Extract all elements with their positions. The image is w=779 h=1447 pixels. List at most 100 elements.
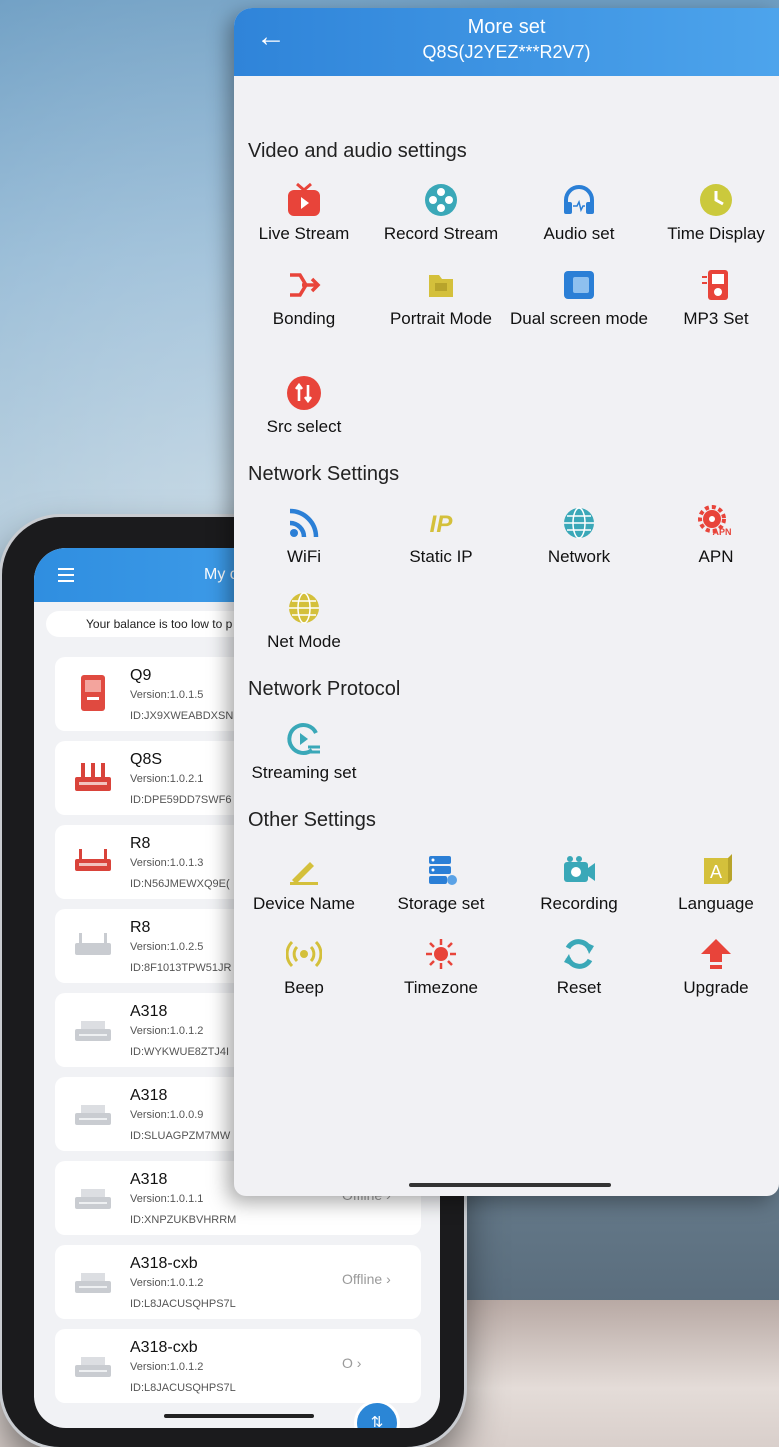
dual-screen-mode-button[interactable]: Dual screen mode bbox=[510, 267, 648, 330]
device-row[interactable]: A318-cxb Version:1.0.1.2 ID:L8JACUSQHPS7… bbox=[55, 1245, 421, 1319]
item-label: WiFi bbox=[287, 547, 321, 566]
language-button[interactable]: A Language bbox=[647, 852, 779, 915]
home-indicator bbox=[164, 1414, 314, 1418]
merge-arrows-icon bbox=[290, 273, 321, 297]
device-name: A318 bbox=[130, 1171, 168, 1188]
item-label: Time Display bbox=[667, 224, 765, 243]
device-name-button[interactable]: Device Name bbox=[235, 852, 373, 915]
section-title: Network Settings bbox=[248, 463, 400, 485]
reset-button[interactable]: Reset bbox=[510, 936, 648, 999]
portrait-mode-button[interactable]: Portrait Mode bbox=[372, 267, 510, 330]
ip-icon: IP bbox=[430, 511, 454, 538]
item-label: Streaming set bbox=[251, 763, 357, 782]
storage-set-button[interactable]: Storage set bbox=[372, 852, 510, 915]
device-id: ID:SLUAGPZM7MW bbox=[130, 1130, 231, 1142]
item-label: APN bbox=[698, 547, 734, 566]
device-id: ID:8F1013TPW51JR bbox=[130, 962, 232, 974]
network-button[interactable]: Network bbox=[510, 505, 648, 568]
item-label: Record Stream bbox=[383, 224, 499, 243]
src-select-button[interactable]: Src select bbox=[235, 375, 373, 438]
wifi-icon bbox=[289, 508, 319, 538]
device-version: Version:1.0.2.1 bbox=[130, 773, 204, 785]
device-name: Q8S bbox=[130, 751, 163, 768]
item-label: Timezone bbox=[403, 978, 478, 997]
timezone-button[interactable]: Timezone bbox=[372, 936, 510, 999]
beep-icon bbox=[286, 940, 322, 968]
grey-encoder-icon bbox=[75, 1021, 111, 1041]
apn-button[interactable]: APN APN bbox=[647, 505, 779, 568]
film-reel-icon bbox=[425, 184, 457, 216]
grey-encoder-icon bbox=[75, 1357, 111, 1377]
beep-button[interactable]: Beep bbox=[235, 936, 373, 999]
device-name: A318-cxb bbox=[130, 1255, 198, 1272]
device-version: Version:1.0.1.5 bbox=[130, 689, 204, 701]
clock-icon bbox=[700, 184, 732, 216]
item-label: Language bbox=[678, 894, 754, 913]
streaming-set-button[interactable]: Streaming set bbox=[235, 721, 373, 784]
gear-apn-icon: APN bbox=[698, 505, 732, 537]
grey-encoder-icon bbox=[75, 1273, 111, 1293]
item-label: Net Mode bbox=[267, 632, 341, 651]
svg-text:A: A bbox=[710, 862, 722, 882]
mp3-set-button[interactable]: MP3 Set bbox=[647, 267, 779, 330]
language-icon: A bbox=[704, 854, 732, 884]
device-version: Version:1.0.1.1 bbox=[130, 1193, 204, 1205]
item-label: Storage set bbox=[397, 894, 485, 913]
refresh-icon bbox=[564, 939, 594, 969]
item-label: Beep bbox=[284, 978, 324, 997]
bonding-button[interactable]: Bonding bbox=[235, 267, 373, 330]
item-label: Network bbox=[547, 547, 611, 566]
item-label: Reset bbox=[556, 978, 602, 997]
red-encoder-icon bbox=[75, 763, 111, 791]
dual-screen-icon bbox=[564, 271, 594, 299]
device-status: O › bbox=[342, 1355, 362, 1371]
device-subtitle: Q8S(J2YEZ***R2V7) bbox=[422, 42, 591, 62]
top-bar: ← More set Q8S(J2YEZ***R2V7) bbox=[234, 8, 779, 76]
item-label: Device Name bbox=[252, 894, 356, 913]
recording-button[interactable]: Recording bbox=[510, 852, 648, 915]
device-name: R8 bbox=[130, 919, 151, 936]
hamburger-menu-icon[interactable] bbox=[58, 568, 74, 586]
swap-icon: ⇅ bbox=[370, 1414, 384, 1428]
swap-fab-button[interactable]: ⇅ bbox=[354, 1400, 400, 1428]
item-label: Portrait Mode bbox=[389, 309, 493, 328]
globe-icon bbox=[289, 592, 319, 624]
audio-set-button[interactable]: Audio set bbox=[510, 182, 648, 245]
device-version: Version:1.0.1.2 bbox=[130, 1025, 204, 1037]
time-display-button[interactable]: Time Display bbox=[647, 182, 779, 245]
svg-text:APN: APN bbox=[712, 527, 731, 537]
item-label: MP3 Set bbox=[683, 309, 749, 328]
device-id: ID:WYKWUE8ZTJ4I bbox=[130, 1046, 230, 1058]
device-version: Version:1.0.1.3 bbox=[130, 857, 204, 869]
item-label: Upgrade bbox=[683, 978, 749, 997]
item-label: Bonding bbox=[272, 309, 336, 328]
grey-router-icon bbox=[75, 933, 111, 955]
device-name: R8 bbox=[130, 835, 151, 852]
device-id: ID:XNPZUKBVHRRM bbox=[130, 1214, 237, 1226]
edit-icon bbox=[290, 862, 318, 885]
item-label: Recording bbox=[540, 894, 618, 913]
device-row[interactable]: A318-cxb Version:1.0.1.2 ID:L8JACUSQHPS7… bbox=[55, 1329, 421, 1403]
headphones-icon bbox=[564, 185, 594, 214]
wifi-button[interactable]: WiFi bbox=[235, 505, 373, 568]
upgrade-button[interactable]: Upgrade bbox=[647, 936, 779, 999]
upload-arrow-icon bbox=[701, 939, 731, 969]
live-stream-button[interactable]: Live Stream bbox=[235, 182, 373, 245]
device-id: ID:N56JMEWXQ9E( bbox=[130, 878, 230, 890]
grey-encoder-icon bbox=[75, 1105, 111, 1125]
device-version: Version:1.0.2.5 bbox=[130, 941, 204, 953]
record-stream-button[interactable]: Record Stream bbox=[372, 182, 510, 245]
net-mode-button[interactable]: Net Mode bbox=[235, 590, 373, 653]
mp3-player-icon bbox=[702, 270, 728, 300]
section-title: Other Settings bbox=[248, 809, 376, 831]
page-title: More set bbox=[467, 16, 546, 38]
device-name: A318 bbox=[130, 1003, 168, 1020]
device-version: Version:1.0.1.2 bbox=[130, 1277, 204, 1289]
home-indicator bbox=[409, 1183, 611, 1187]
sun-icon bbox=[426, 939, 456, 969]
svg-text:IP: IP bbox=[430, 511, 454, 538]
item-label: Static IP bbox=[409, 547, 473, 566]
static-ip-button[interactable]: IP Static IP bbox=[372, 505, 510, 568]
device-id: ID:JX9XWEABDXSN bbox=[130, 710, 234, 722]
device-name: A318-cxb bbox=[130, 1339, 198, 1356]
